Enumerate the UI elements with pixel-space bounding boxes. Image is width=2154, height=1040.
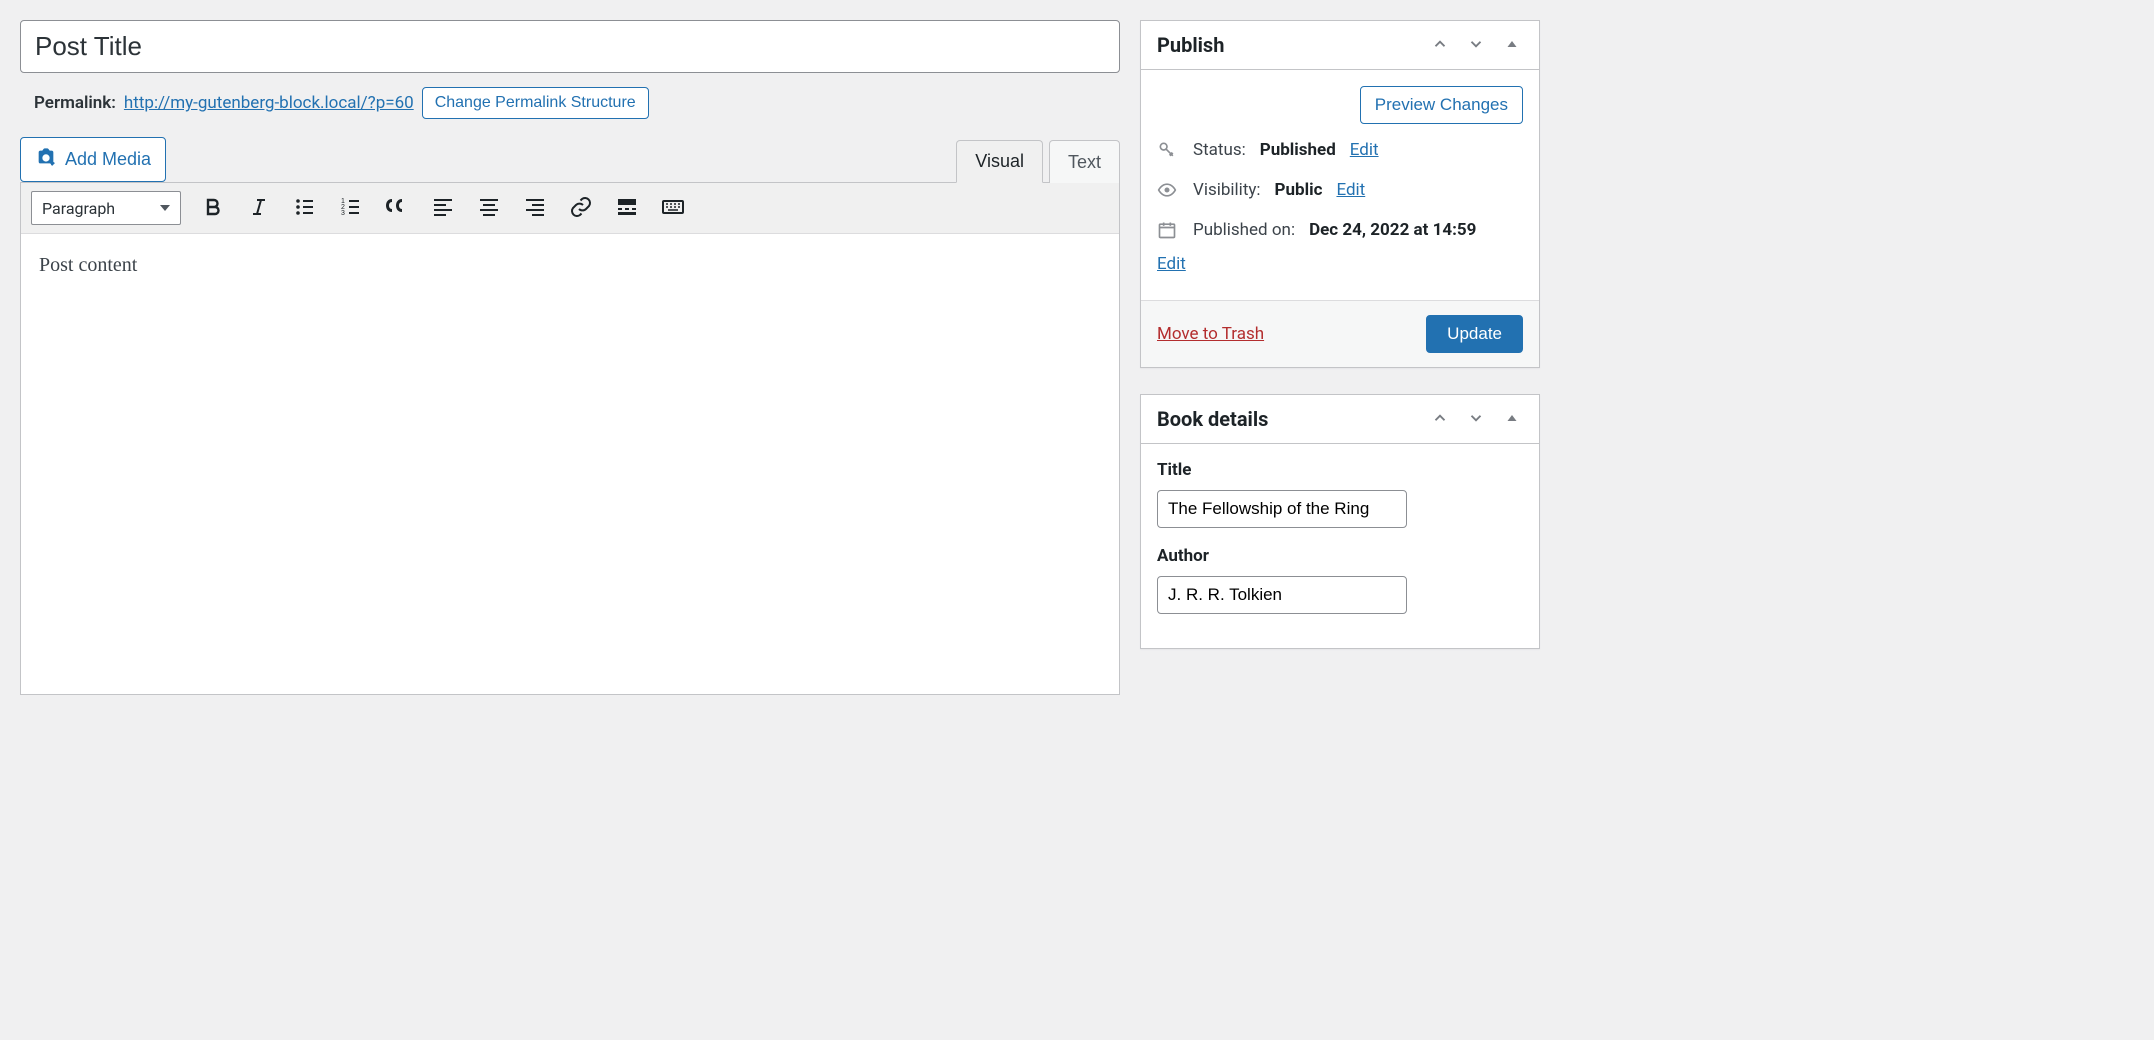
published-edit-link[interactable]: Edit [1157, 254, 1523, 274]
visibility-row: Visibility: Public Edit [1157, 170, 1523, 210]
link-icon [569, 195, 593, 222]
tab-text[interactable]: Text [1049, 140, 1120, 183]
keyboard-icon [661, 195, 685, 222]
align-center-button[interactable] [475, 194, 503, 222]
book-title-input[interactable] [1157, 490, 1407, 528]
number-list-icon: 123 [339, 195, 363, 222]
format-select-label: Paragraph [42, 199, 115, 218]
calendar-icon [1157, 220, 1179, 240]
change-permalink-button[interactable]: Change Permalink Structure [422, 87, 649, 119]
move-up-button[interactable] [1429, 34, 1451, 56]
link-button[interactable] [567, 194, 595, 222]
status-edit-link[interactable]: Edit [1350, 140, 1379, 160]
chevron-up-icon [1431, 409, 1449, 430]
align-center-icon [477, 195, 501, 222]
chevron-down-icon [1467, 35, 1485, 56]
bullet-list-button[interactable] [291, 194, 319, 222]
bold-button[interactable] [199, 194, 227, 222]
move-down-button[interactable] [1465, 34, 1487, 56]
editor-content[interactable]: Post content [21, 234, 1119, 694]
permalink-row: Permalink: http://my-gutenberg-block.loc… [20, 87, 1120, 119]
publish-header: Publish [1141, 21, 1539, 70]
permalink-link[interactable]: http://my-gutenberg-block.local/?p=60 [124, 93, 414, 113]
chevron-down-icon [1467, 409, 1485, 430]
align-right-icon [523, 195, 547, 222]
publish-heading: Publish [1157, 33, 1224, 57]
visibility-edit-link[interactable]: Edit [1336, 180, 1365, 200]
quote-icon [385, 195, 409, 222]
move-to-trash-link[interactable]: Move to Trash [1157, 324, 1264, 344]
bold-icon [201, 195, 225, 222]
format-select[interactable]: Paragraph [31, 191, 181, 225]
permalink-label: Permalink: [34, 93, 116, 113]
move-up-button[interactable] [1429, 408, 1451, 430]
status-row: Status: Published Edit [1157, 130, 1523, 170]
italic-icon [247, 195, 271, 222]
visibility-label: Visibility: [1193, 180, 1261, 200]
triangle-up-icon [1503, 409, 1521, 430]
publish-postbox: Publish Preview Changes Status: Publishe… [1140, 20, 1540, 368]
toggle-panel-button[interactable] [1501, 34, 1523, 56]
status-label: Status: [1193, 140, 1246, 160]
quote-button[interactable] [383, 194, 411, 222]
italic-button[interactable] [245, 194, 273, 222]
chevron-up-icon [1431, 35, 1449, 56]
bullet-list-icon [293, 195, 317, 222]
align-left-button[interactable] [429, 194, 457, 222]
toggle-panel-button[interactable] [1501, 408, 1523, 430]
book-author-label: Author [1157, 546, 1523, 566]
book-author-input[interactable] [1157, 576, 1407, 614]
triangle-up-icon [1503, 35, 1521, 56]
eye-icon [1157, 180, 1179, 200]
read-more-button[interactable] [613, 194, 641, 222]
editor-tabs: Visual Text [956, 139, 1120, 182]
post-title-input[interactable] [20, 20, 1120, 73]
add-media-label: Add Media [65, 149, 151, 170]
read-more-icon [615, 195, 639, 222]
tab-visual[interactable]: Visual [956, 140, 1043, 183]
preview-changes-button[interactable]: Preview Changes [1360, 86, 1523, 124]
align-left-icon [431, 195, 455, 222]
status-value: Published [1260, 140, 1336, 160]
book-header-actions [1429, 408, 1523, 430]
visibility-value: Public [1275, 180, 1323, 200]
number-list-button[interactable]: 123 [337, 194, 365, 222]
book-details-postbox: Book details Title Author [1140, 394, 1540, 649]
update-button[interactable]: Update [1426, 315, 1523, 353]
book-header: Book details [1141, 395, 1539, 444]
camera-icon [35, 146, 57, 173]
published-label: Published on: [1193, 220, 1295, 240]
published-row: Published on: Dec 24, 2022 at 14:59 Edit [1157, 210, 1523, 284]
move-down-button[interactable] [1465, 408, 1487, 430]
editor-box: Paragraph 123 [20, 182, 1120, 695]
editor-toolbar: Paragraph 123 [21, 183, 1119, 234]
align-right-button[interactable] [521, 194, 549, 222]
publish-header-actions [1429, 34, 1523, 56]
svg-text:3: 3 [341, 210, 345, 217]
add-media-button[interactable]: Add Media [20, 137, 166, 182]
published-value: Dec 24, 2022 at 14:59 [1309, 220, 1476, 240]
book-title-label: Title [1157, 460, 1523, 480]
key-icon [1157, 140, 1179, 160]
book-heading: Book details [1157, 407, 1268, 431]
kitchen-sink-button[interactable] [659, 194, 687, 222]
